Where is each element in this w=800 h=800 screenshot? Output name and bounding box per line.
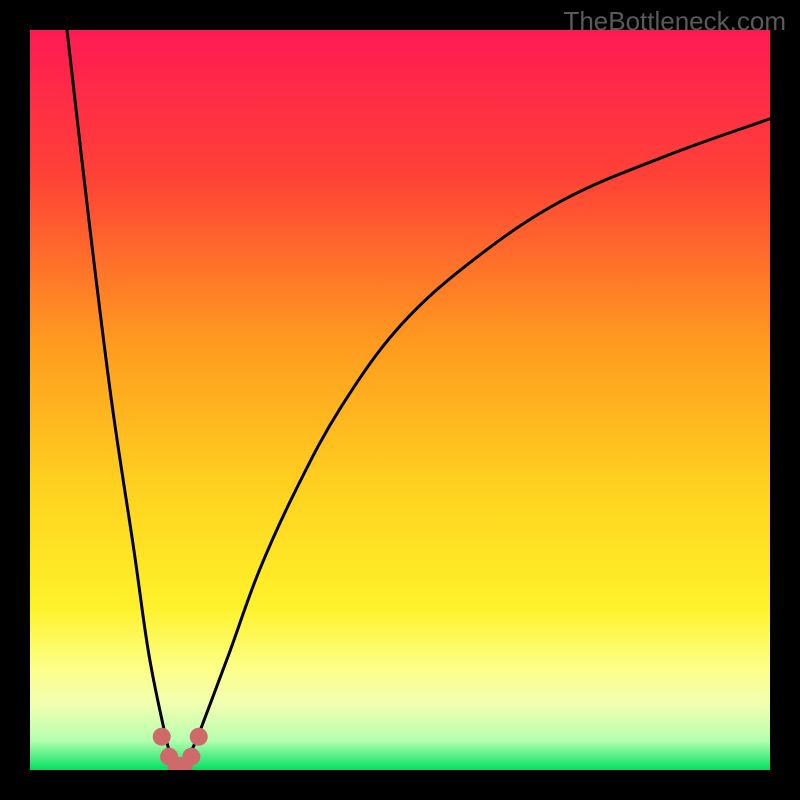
- series-right-branch: [178, 119, 770, 770]
- optimum-marker: [190, 728, 208, 746]
- optimum-marker: [153, 728, 171, 746]
- series-left-branch: [67, 30, 178, 770]
- plot-area: [30, 30, 770, 770]
- optimum-marker: [182, 748, 200, 766]
- chart-frame: { "watermark": "TheBottleneck.com", "cha…: [0, 0, 800, 800]
- bottleneck-curve: [30, 30, 770, 770]
